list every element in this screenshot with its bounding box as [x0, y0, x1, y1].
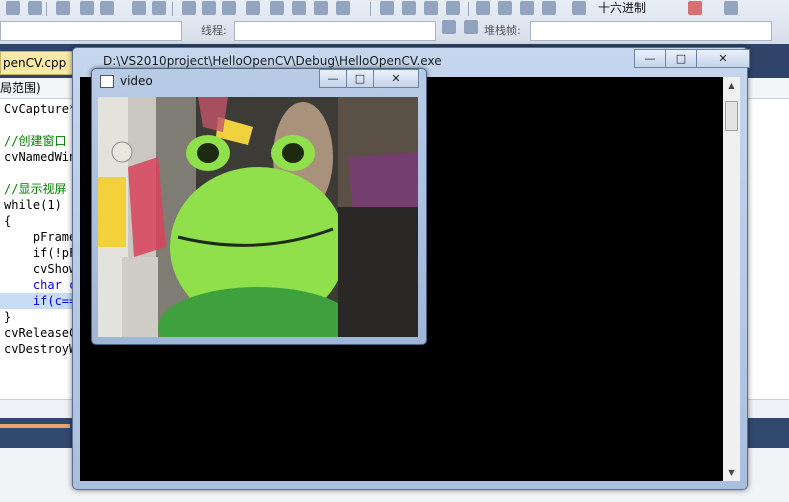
toolbar-separator: [370, 2, 371, 16]
console-vertical-scrollbar[interactable]: ▲ ▼: [723, 77, 740, 481]
restart-icon[interactable]: [446, 1, 460, 15]
toolbar-row-standard: 十六进制: [0, 0, 789, 18]
code-line: cvShow: [4, 262, 77, 276]
webcam-video-frame: [98, 97, 418, 337]
code-line: {: [4, 214, 12, 228]
file-tab[interactable]: penCV.cpp: [0, 51, 74, 75]
font-icon[interactable]: [28, 1, 42, 15]
code-line: }: [4, 310, 12, 324]
toolbar-separator: [468, 2, 469, 16]
console-minimize-button[interactable]: —: [634, 49, 666, 68]
bookmark-next-icon[interactable]: [222, 1, 236, 15]
stack-frame-combo[interactable]: [530, 21, 772, 41]
scroll-down-arrow-icon[interactable]: ▼: [723, 464, 740, 481]
hex-display-label[interactable]: 十六进制: [598, 0, 646, 16]
flag-icon[interactable]: [442, 20, 456, 34]
bookmark-prev-icon[interactable]: [202, 1, 216, 15]
uncomment-icon[interactable]: [152, 1, 166, 15]
outdent-icon[interactable]: [100, 1, 114, 15]
hex-display-icon[interactable]: [572, 1, 586, 15]
video-maximize-button[interactable]: □: [346, 69, 374, 88]
panel-tab-accent: [0, 424, 70, 428]
video-window[interactable]: video — □ ✕: [91, 68, 427, 345]
console-maximize-button[interactable]: □: [665, 49, 697, 68]
ide-toolbar: 十六进制 线程: 堆栈帧:: [0, 0, 789, 45]
find-icon[interactable]: [336, 1, 350, 15]
toolbar-separator: [46, 2, 47, 16]
code-line: CvCapture*: [4, 102, 77, 116]
flag-threads-icon[interactable]: [464, 20, 478, 34]
code-line: while(1): [4, 198, 62, 212]
align-icon[interactable]: [56, 1, 70, 15]
format-icon[interactable]: [6, 1, 20, 15]
scope-label: 局范围): [0, 81, 41, 95]
console-window-controls: — □ ✕: [634, 49, 750, 68]
video-window-controls: — □ ✕: [319, 69, 419, 88]
code-line: if(!pF: [4, 246, 77, 260]
bookmark-clear-icon[interactable]: [270, 1, 284, 15]
nav-forward-icon[interactable]: [314, 1, 328, 15]
indent-icon[interactable]: [80, 1, 94, 15]
console-window-title: D:\VS2010project\HelloOpenCV\Debug\Hello…: [103, 54, 442, 68]
video-minimize-button[interactable]: —: [319, 69, 347, 88]
step-over-icon[interactable]: [520, 1, 534, 15]
thread-combo[interactable]: [234, 21, 436, 41]
nav-back-icon[interactable]: [292, 1, 306, 15]
code-line: char c: [4, 278, 77, 292]
scroll-up-arrow-icon[interactable]: ▲: [723, 77, 740, 94]
show-next-statement-icon[interactable]: [476, 1, 490, 15]
console-scroll-thumb[interactable]: [725, 101, 738, 131]
toolbar-options-icon[interactable]: [724, 1, 738, 15]
comment-icon[interactable]: [132, 1, 146, 15]
code-line: cvReleaseC: [4, 326, 77, 340]
code-line: pFrame: [4, 230, 77, 244]
code-line: cvNamedWin: [4, 150, 77, 164]
stack-frame-label: 堆栈帧:: [484, 24, 521, 37]
code-line: //显示视屏: [4, 182, 67, 196]
continue-icon[interactable]: [380, 1, 394, 15]
toolbar-row-debug-location: 线程: 堆栈帧:: [0, 19, 789, 43]
breakpoint-icon[interactable]: [688, 1, 702, 15]
code-line: cvDestroyW: [4, 342, 77, 356]
step-into-icon[interactable]: [498, 1, 512, 15]
toolbar-separator: [172, 2, 173, 16]
video-close-button[interactable]: ✕: [373, 69, 419, 88]
console-close-button[interactable]: ✕: [696, 49, 750, 68]
window-app-icon: [100, 75, 114, 88]
step-out-icon[interactable]: [542, 1, 556, 15]
bookmark-folder-icon[interactable]: [246, 1, 260, 15]
pause-icon[interactable]: [402, 1, 416, 15]
code-line: //创建窗口: [4, 134, 67, 148]
webcam-image: [98, 97, 418, 337]
stop-icon[interactable]: [424, 1, 438, 15]
video-window-title: video: [120, 74, 153, 88]
bookmark-icon[interactable]: [182, 1, 196, 15]
thread-label: 线程:: [201, 24, 227, 37]
process-combo[interactable]: [0, 21, 182, 41]
